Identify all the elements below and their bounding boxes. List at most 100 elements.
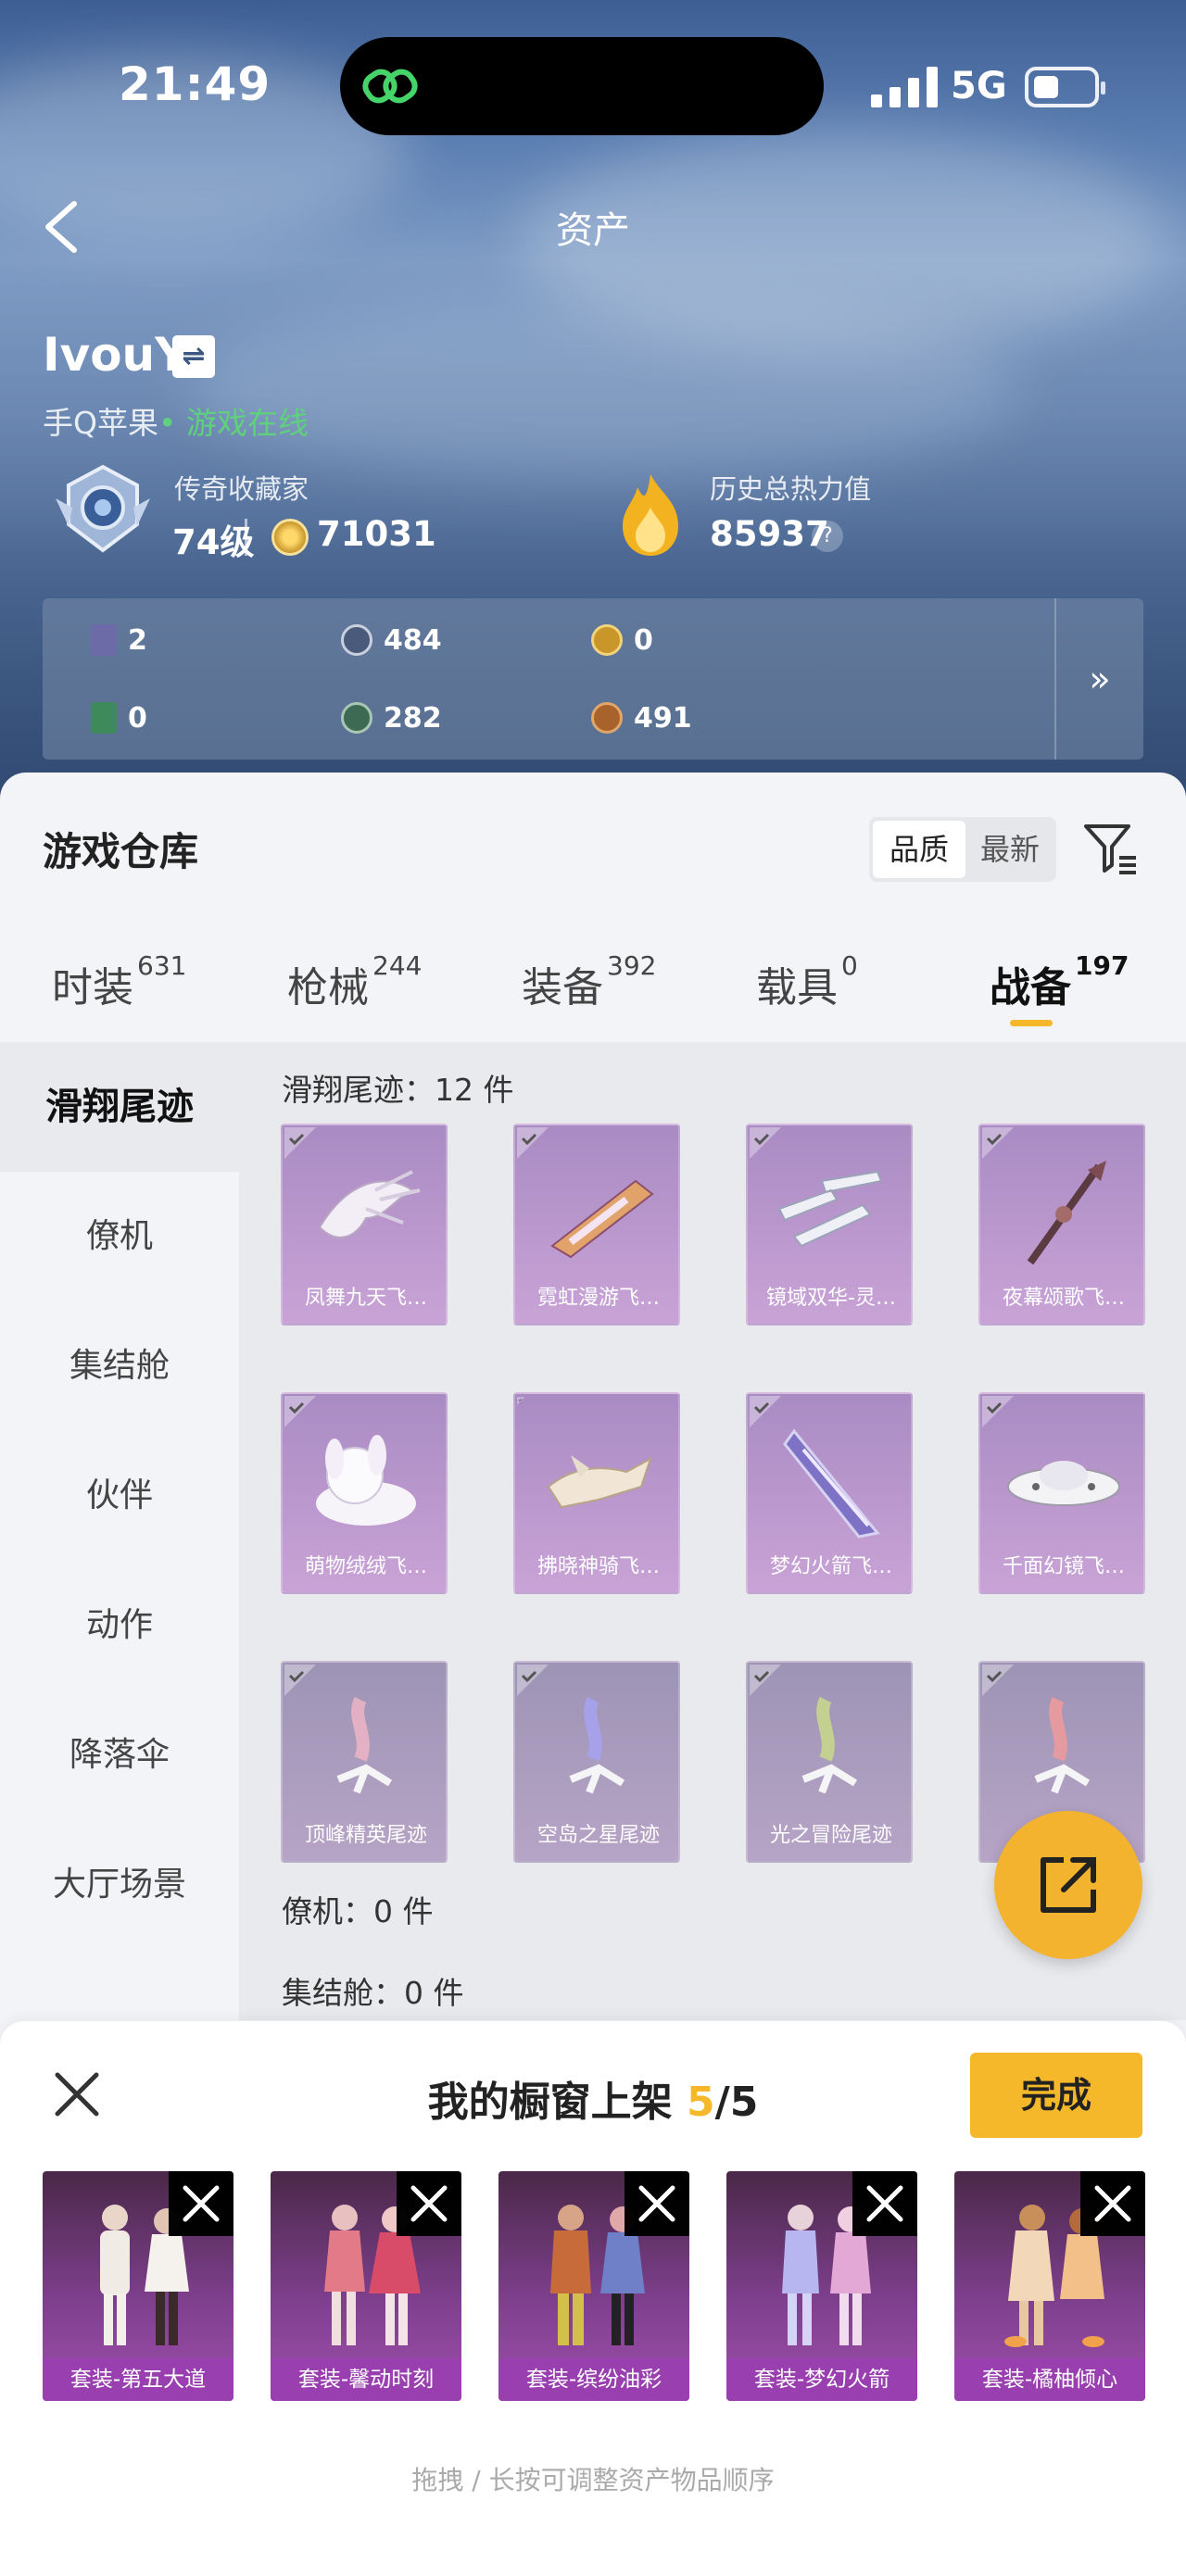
active-tab-indicator [1010, 1020, 1053, 1026]
flame-icon [623, 474, 678, 556]
player-level: 74级 [172, 522, 255, 562]
tab-vehicles[interactable]: 载具 0 [756, 950, 858, 1013]
glide-trail-art-icon [316, 1435, 416, 1526]
collector-title: 传奇收藏家 [174, 473, 309, 505]
category-sidebar: 滑翔尾迹 僚机 集结舱 伙伴 动作 降落伞 大厅场景 [0, 1042, 239, 2020]
currency-more-button[interactable]: » [1054, 598, 1143, 760]
item-card[interactable]: 光之冒险尾迹 [746, 1661, 913, 1863]
sidebar-item-rally-pod[interactable]: 集结舱 [0, 1301, 239, 1431]
skydiver-trail-icon [336, 1696, 393, 1794]
showcase-slot-label: 套装-橘柚倾心 [954, 2358, 1145, 2401]
glide-trail-art-icon [777, 1170, 883, 1248]
glide-trail-art-icon [550, 1179, 654, 1259]
glide-trail-art-icon [783, 1428, 880, 1539]
item-card[interactable]: 夜幕颂歌飞… [978, 1124, 1145, 1326]
tab-tactical[interactable]: 战备 197 [990, 950, 1129, 1013]
item-card[interactable]: 顶峰精英尾迹 [281, 1661, 448, 1863]
sidebar-item-emote[interactable]: 动作 [0, 1561, 239, 1690]
status-time: 21:49 [119, 57, 271, 111]
signal-icon [871, 67, 938, 107]
divider [245, 519, 247, 556]
glide-trail-art-icon [1027, 1161, 1106, 1265]
green-coin-icon [341, 702, 372, 734]
sidebar-item-parachute[interactable]: 降落伞 [0, 1690, 239, 1820]
item-name: 凤舞九天飞… [304, 1287, 427, 1310]
coin-icon [271, 519, 309, 556]
showcase-slot-label: 套装-馨动时刻 [271, 2358, 461, 2401]
glide-trail-art-icon [318, 1170, 421, 1238]
done-button[interactable]: 完成 [970, 2053, 1142, 2138]
item-name: 顶峰精英尾迹 [304, 1824, 427, 1847]
card-icon [91, 624, 117, 656]
share-button[interactable] [994, 1811, 1142, 1959]
sidebar-item-partner[interactable]: 伙伴 [0, 1431, 239, 1561]
tab-fashion[interactable]: 时装 631 [52, 950, 186, 1013]
remove-icon[interactable] [397, 2171, 461, 2236]
remove-icon[interactable] [625, 2171, 689, 2236]
warehouse-title: 游戏仓库 [43, 829, 199, 874]
remove-icon[interactable] [1080, 2171, 1145, 2236]
group-heading: 滑翔尾迹：12 件 [282, 1072, 514, 1108]
platform-label: 手Q苹果 [43, 405, 158, 441]
item-card[interactable]: 梦幻火箭飞… [746, 1392, 913, 1594]
sort-quality-button[interactable]: 品质 [873, 821, 965, 878]
showcase-slot[interactable]: 套装-橘柚倾心 [954, 2171, 1145, 2401]
group-heading: 集结舱：0 件 [282, 1975, 464, 2011]
item-name: 萌物绒绒飞… [304, 1555, 427, 1578]
share-external-icon [1041, 1857, 1096, 1913]
item-card[interactable]: 凤舞九天飞… [281, 1124, 448, 1326]
showcase-count: 5 [687, 2079, 715, 2126]
showcase-slot[interactable]: 套装-缤纷油彩 [498, 2171, 689, 2401]
showcase-slot-label: 套装-梦幻火箭 [726, 2358, 917, 2401]
showcase-slot[interactable]: 套装-第五大道 [43, 2171, 233, 2401]
silver-coin-icon [341, 624, 372, 656]
showcase-slot[interactable]: 套装-梦幻火箭 [726, 2171, 917, 2401]
reorder-hint: 拖拽 / 长按可调整资产物品顺序 [411, 2465, 775, 2495]
currency-item: 0 [91, 699, 147, 736]
item-name: 夜幕颂歌飞… [1002, 1287, 1125, 1310]
showcase-slot[interactable]: 套装-馨动时刻 [271, 2171, 461, 2401]
heat-label: 历史总热力值 [710, 473, 872, 505]
sort-newest-button[interactable]: 最新 [965, 821, 1054, 878]
item-card[interactable]: 空岛之星尾迹 [513, 1661, 680, 1863]
remove-icon[interactable] [852, 2171, 917, 2236]
swap-account-icon[interactable]: ⇌ [172, 335, 215, 378]
tab-weapons[interactable]: 枪械 244 [287, 950, 422, 1013]
item-card[interactable]: 拂晓神骑飞… [513, 1392, 680, 1594]
showcase-slot-label: 套装-第五大道 [43, 2358, 233, 2401]
help-icon[interactable]: ? [812, 521, 843, 552]
item-card[interactable]: 千面幻镜飞… [978, 1392, 1145, 1594]
dynamic-island [340, 37, 824, 135]
filter-icon[interactable] [1080, 817, 1140, 876]
sidebar-item-lobby-scene[interactable]: 大厅场景 [0, 1820, 239, 1950]
currency-item: 282 [341, 699, 442, 736]
currency-item: 0 [591, 622, 653, 659]
currency-item: 2 [91, 622, 147, 659]
currency-item: 491 [591, 699, 692, 736]
glide-trail-art-icon [547, 1455, 652, 1509]
online-status: • 游戏在线 [158, 405, 309, 441]
platform-status: 手Q苹果• 游戏在线 [43, 398, 309, 443]
sidebar-item-wingman[interactable]: 僚机 [0, 1172, 239, 1301]
item-name: 千面幻镜飞… [1002, 1555, 1125, 1578]
group-heading: 僚机：0 件 [282, 1893, 434, 1929]
showcase-slot-label: 套装-缤纷油彩 [498, 2358, 689, 2401]
sidebar-item-glide-trail[interactable]: 滑翔尾迹 [0, 1042, 239, 1172]
currency-item: 484 [341, 622, 442, 659]
item-card[interactable]: 霓虹漫游飞… [513, 1124, 680, 1326]
remove-icon[interactable] [169, 2171, 233, 2236]
item-card[interactable]: 萌物绒绒飞… [281, 1392, 448, 1594]
skydiver-trail-icon [801, 1696, 858, 1794]
item-name: 拂晓神骑飞… [536, 1555, 660, 1578]
gold-coin-icon [591, 624, 623, 656]
rank-badge-icon [56, 464, 150, 553]
green-card-icon [91, 702, 117, 734]
tab-equipment[interactable]: 装备 392 [522, 950, 656, 1013]
glide-trail-art-icon [1007, 1461, 1120, 1506]
status-bar: 21:49 5G [0, 0, 1186, 167]
item-name: 空岛之星尾迹 [536, 1824, 660, 1847]
skydiver-trail-icon [1034, 1696, 1091, 1794]
item-card[interactable]: 镜域双华-灵… [746, 1124, 913, 1326]
item-name: 镜域双华-灵… [766, 1287, 896, 1310]
page-title: 资产 [556, 209, 630, 252]
